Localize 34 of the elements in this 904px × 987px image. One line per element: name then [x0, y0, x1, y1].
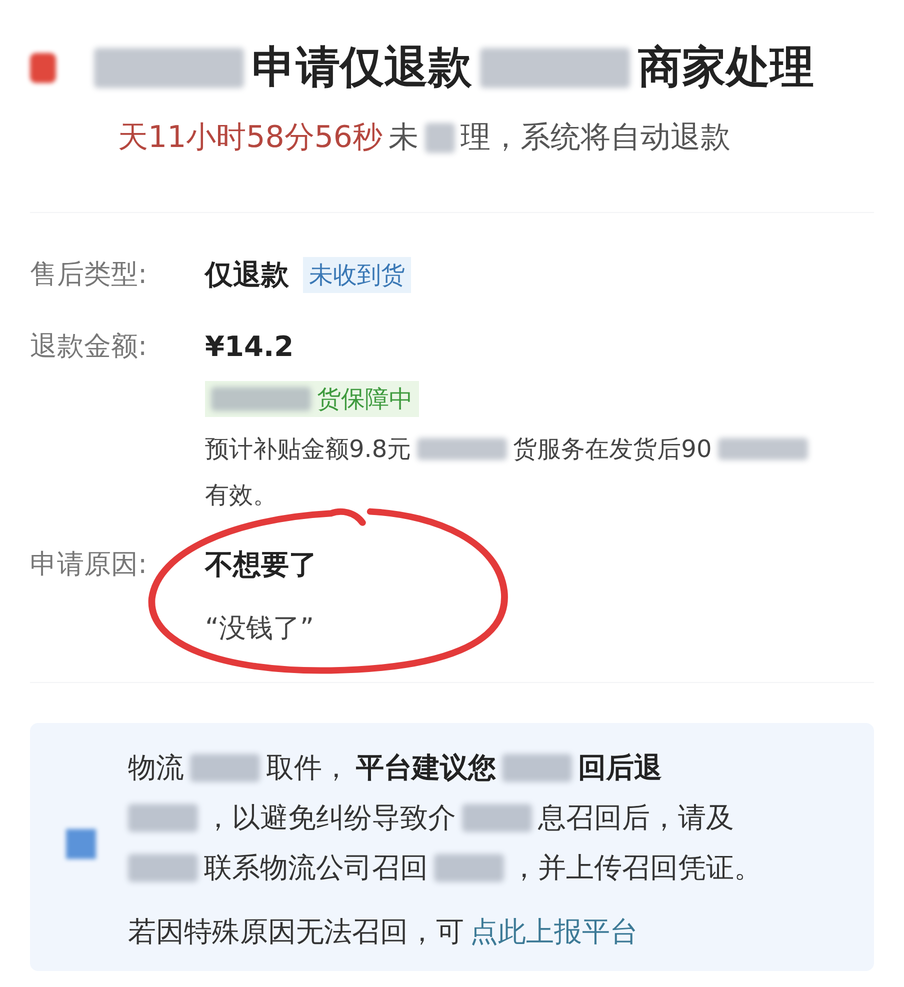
- text-label: 预计补贴金额9.8元: [205, 434, 412, 465]
- type-tag: 未收到货: [303, 257, 411, 293]
- text-label: 若因特殊原因无法召回，可: [128, 914, 464, 950]
- notice-text: 平台建议您: [356, 750, 496, 786]
- redaction-mark: [190, 754, 260, 782]
- countdown-time: 天11小时58分56秒: [118, 119, 383, 157]
- text-label: ，以避免纠纷导致介: [204, 800, 456, 836]
- redaction-mark: [462, 804, 532, 832]
- text-label: 未: [388, 119, 419, 157]
- text-label: 物流: [128, 750, 184, 786]
- notice-text: 回后退: [578, 750, 662, 786]
- text-label: 息召回后，请及: [538, 800, 734, 836]
- text-label: 货服务在发货后90: [513, 434, 712, 465]
- text-label: 理，系统将自动退款: [460, 119, 731, 157]
- page-title: 申请仅退款: [252, 41, 472, 95]
- text-label: 联系物流公司召回: [204, 850, 428, 886]
- report-link[interactable]: 点此上报平台: [470, 910, 638, 952]
- field-value: ¥14.2: [205, 329, 294, 365]
- redaction-mark: [502, 754, 572, 782]
- redaction-mark: [434, 854, 504, 882]
- field-label: 售后类型:: [30, 258, 148, 292]
- field-label: 退款金额:: [30, 330, 148, 364]
- redaction-mark: [424, 122, 455, 152]
- text-label: 有效。: [205, 480, 277, 511]
- text-label: 取件，: [266, 750, 350, 786]
- field-value: 仅退款: [205, 257, 289, 293]
- field-value: 不想要了: [205, 547, 317, 583]
- field-label: 申请原因:: [30, 548, 148, 582]
- redaction-mark: [128, 854, 198, 882]
- text-label: ，并上传召回凭证。: [510, 850, 762, 886]
- page-title: 商家处理: [638, 41, 814, 95]
- redaction-mark: [128, 804, 198, 832]
- reason-quote: “没钱了”: [205, 612, 315, 646]
- badge-text: 货保障中: [317, 384, 413, 415]
